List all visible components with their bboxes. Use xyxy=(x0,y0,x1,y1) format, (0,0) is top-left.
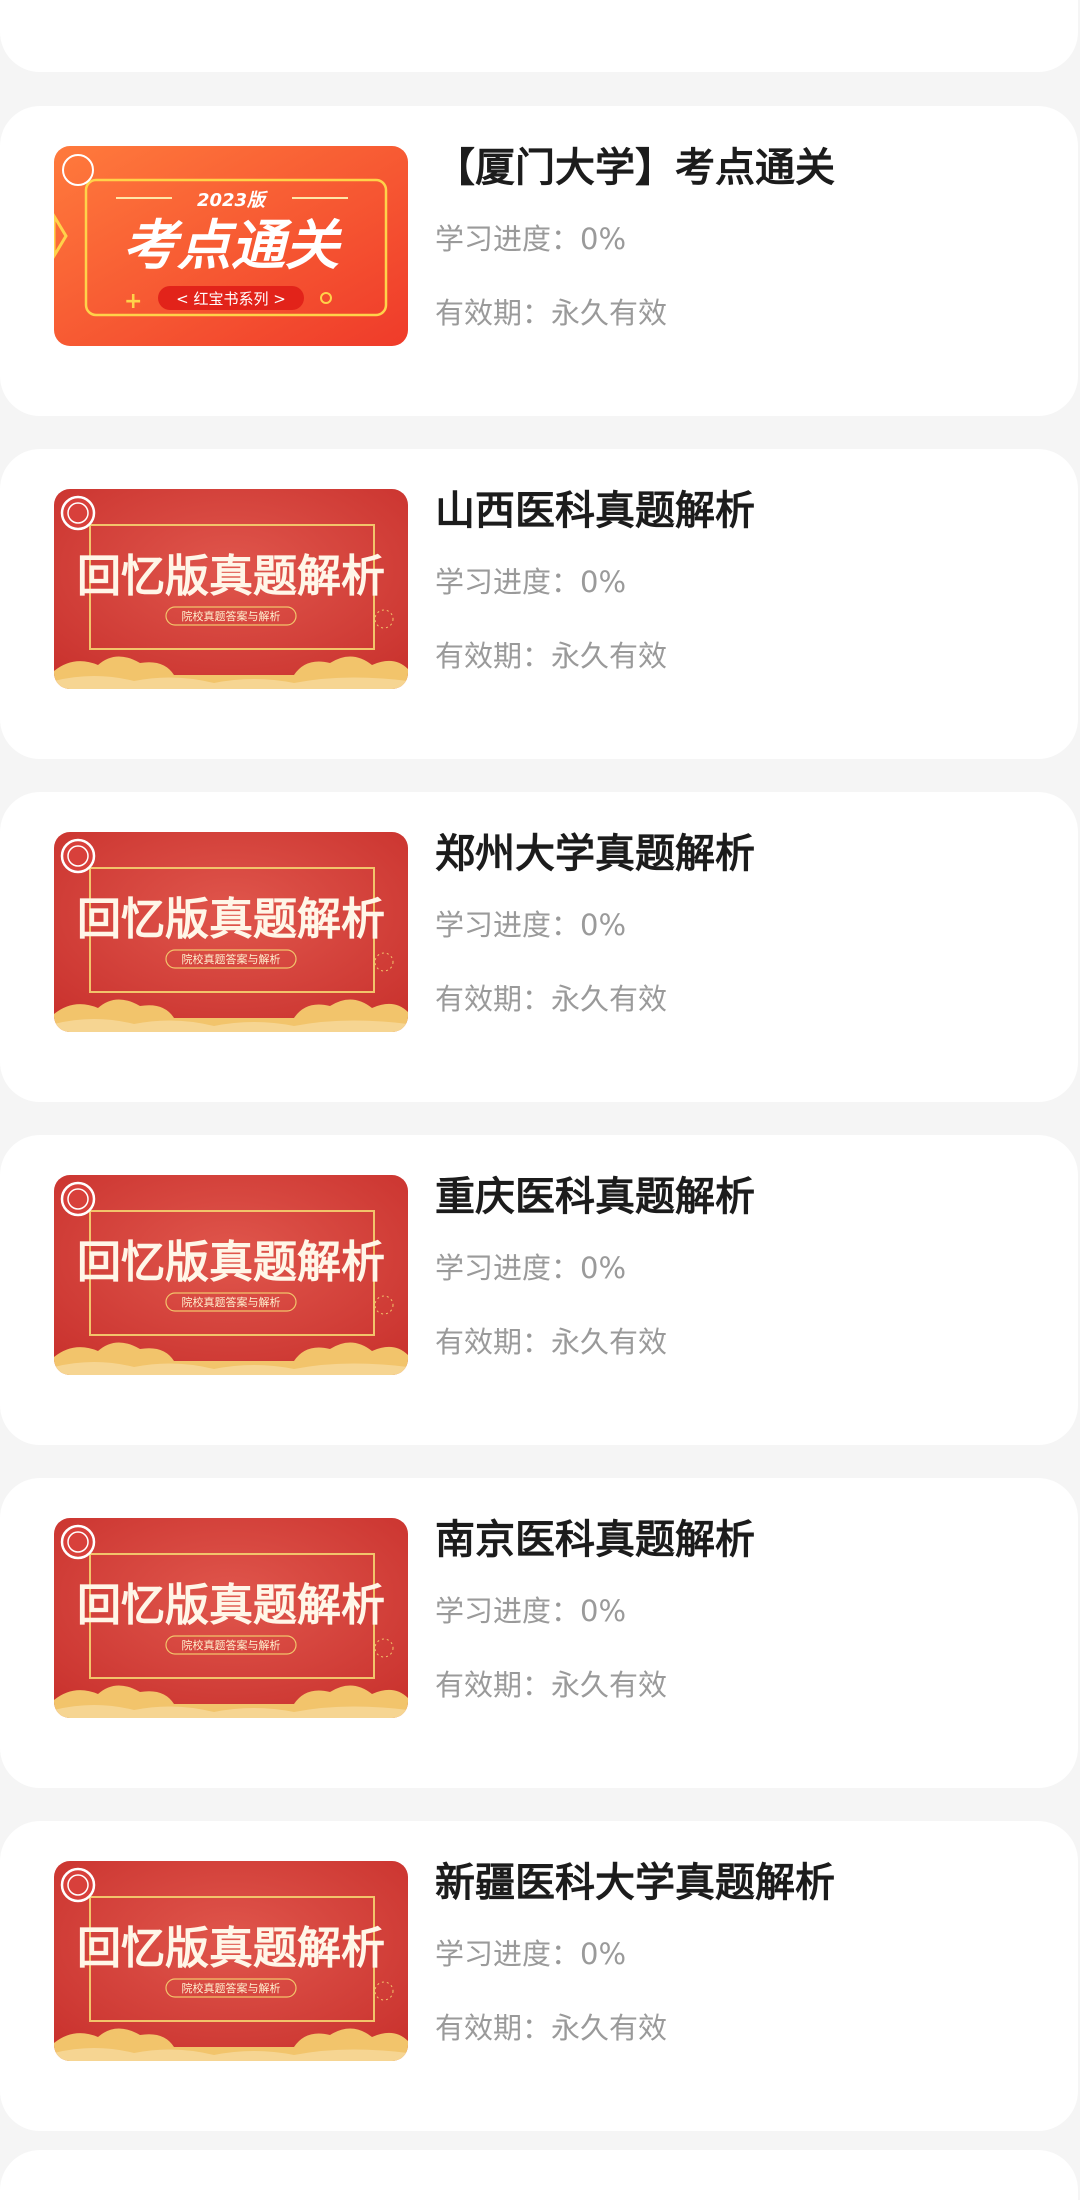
validity-label: 有效期： xyxy=(435,296,552,330)
study-progress: 学习进度：0% xyxy=(435,905,1058,945)
validity-label: 有效期： xyxy=(435,1668,552,1702)
next-course-card[interactable] xyxy=(0,2150,1078,2200)
course-thumbnail-art: 回忆版真题解析院校真题答案与解析 xyxy=(54,832,408,1032)
course-list-page: +2023版 考点通关 < 红宝书系列 > 【厦门大学】考点通关 学习进度：0% 有效期：… xyxy=(0,0,1080,2200)
thumbnail-sub-text: 院校真题答案与解析 xyxy=(182,609,281,623)
validity-value: 永久有效 xyxy=(551,982,668,1016)
course-title[interactable]: 南京医科真题解析 xyxy=(435,1512,1058,1568)
validity-period: 有效期：永久有效 xyxy=(435,293,1058,333)
course-title[interactable]: 新疆医科大学真题解析 xyxy=(435,1855,1058,1911)
validity-label: 有效期： xyxy=(435,1325,552,1359)
study-progress-label: 学习进度： xyxy=(435,908,581,942)
course-title[interactable]: 山西医科真题解析 xyxy=(435,483,1058,539)
course-title[interactable]: 郑州大学真题解析 xyxy=(435,826,1058,882)
course-thumbnail[interactable]: 回忆版真题解析院校真题答案与解析 xyxy=(54,1175,408,1375)
course-thumbnail-art: 回忆版真题解析院校真题答案与解析 xyxy=(54,489,408,689)
validity-value: 永久有效 xyxy=(551,639,668,673)
validity-period: 有效期：永久有效 xyxy=(435,1322,1058,1362)
course-info: 南京医科真题解析学习进度：0% 有效期：永久有效 xyxy=(435,1512,1058,1705)
thumbnail-year-label: 2023版 xyxy=(197,190,269,211)
thumbnail-main-text: 回忆版真题解析 xyxy=(77,1923,385,1974)
course-card[interactable]: +2023版考点通关 < 红宝书系列 > 【厦门大学】考点通关学习进度：0% 有效期：… xyxy=(0,106,1078,416)
study-progress: 学习进度：0% xyxy=(435,1591,1058,1631)
study-progress-label: 学习进度： xyxy=(435,1251,581,1285)
course-thumbnail-art: 回忆版真题解析院校真题答案与解析 xyxy=(54,1861,408,2061)
study-progress-value: 0% xyxy=(580,565,627,599)
thumbnail-sub-text: 院校真题答案与解析 xyxy=(182,952,281,966)
course-thumbnail-art: 回忆版真题解析院校真题答案与解析 xyxy=(54,1175,408,1375)
course-title[interactable]: 重庆医科真题解析 xyxy=(435,1169,1058,1225)
course-card[interactable]: 回忆版真题解析 院校真题答案与解析 新疆医科大学真题解析 学习进度：0% 有效期：永久有… xyxy=(0,1821,1078,2131)
study-progress-label: 学习进度： xyxy=(435,222,581,256)
validity-label: 有效期： xyxy=(435,982,552,1016)
thumbnail-main-text: 回忆版真题解析 xyxy=(77,894,385,945)
validity-period: 有效期：永久有效 xyxy=(435,1665,1058,1705)
study-progress-label: 学习进度： xyxy=(435,1937,581,1971)
course-thumbnail[interactable]: 回忆版真题解析院校真题答案与解析 xyxy=(54,489,408,689)
course-info: 新疆医科大学真题解析学习进度：0% 有效期：永久有效 xyxy=(435,1855,1058,2048)
thumbnail-sub-text: < 红宝书系列 > xyxy=(176,290,286,308)
thumbnail-main-text: 回忆版真题解析 xyxy=(77,1237,385,1288)
study-progress-value: 0% xyxy=(580,222,627,256)
validity-value: 永久有效 xyxy=(551,296,668,330)
validity-period: 有效期：永久有效 xyxy=(435,2008,1058,2048)
course-info: 郑州大学真题解析学习进度：0% 有效期：永久有效 xyxy=(435,826,1058,1019)
course-thumbnail-art: +2023版考点通关 < 红宝书系列 > xyxy=(54,146,408,346)
study-progress-value: 0% xyxy=(580,1937,627,1971)
course-card[interactable]: 回忆版真题解析 院校真题答案与解析 郑州大学真题解析 学习进度：0% 有效期：永久有效 xyxy=(0,792,1078,1102)
thumbnail-sub-text: 院校真题答案与解析 xyxy=(182,1638,281,1652)
previous-course-card[interactable] xyxy=(0,0,1078,72)
course-thumbnail[interactable]: +2023版考点通关 < 红宝书系列 > xyxy=(54,146,408,346)
study-progress-value: 0% xyxy=(580,1594,627,1628)
study-progress-label: 学习进度： xyxy=(435,1594,581,1628)
study-progress-label: 学习进度： xyxy=(435,565,581,599)
thumbnail-main-text: 回忆版真题解析 xyxy=(77,1580,385,1631)
course-thumbnail[interactable]: 回忆版真题解析院校真题答案与解析 xyxy=(54,1518,408,1718)
course-info: 【厦门大学】考点通关学习进度：0% 有效期：永久有效 xyxy=(435,140,1058,333)
validity-value: 永久有效 xyxy=(551,2011,668,2045)
validity-period: 有效期：永久有效 xyxy=(435,979,1058,1019)
course-card[interactable]: 回忆版真题解析 院校真题答案与解析 山西医科真题解析 学习进度：0% 有效期：永久有效 xyxy=(0,449,1078,759)
thumbnail-main-text: 回忆版真题解析 xyxy=(77,551,385,602)
thumbnail-sub-text: 院校真题答案与解析 xyxy=(182,1295,281,1309)
validity-label: 有效期： xyxy=(435,639,552,673)
validity-value: 永久有效 xyxy=(551,1325,668,1359)
course-info: 重庆医科真题解析学习进度：0% 有效期：永久有效 xyxy=(435,1169,1058,1362)
study-progress: 学习进度：0% xyxy=(435,1248,1058,1288)
course-thumbnail[interactable]: 回忆版真题解析院校真题答案与解析 xyxy=(54,1861,408,2061)
study-progress: 学习进度：0% xyxy=(435,562,1058,602)
study-progress: 学习进度：0% xyxy=(435,1934,1058,1974)
validity-value: 永久有效 xyxy=(551,1668,668,1702)
thumbnail-main-text: 考点通关 xyxy=(123,214,343,277)
study-progress: 学习进度：0% xyxy=(435,219,1058,259)
course-title[interactable]: 【厦门大学】考点通关 xyxy=(435,140,1058,196)
course-thumbnail-art: 回忆版真题解析院校真题答案与解析 xyxy=(54,1518,408,1718)
thumbnail-sub-text: 院校真题答案与解析 xyxy=(182,1981,281,1995)
study-progress-value: 0% xyxy=(580,908,627,942)
course-thumbnail[interactable]: 回忆版真题解析院校真题答案与解析 xyxy=(54,832,408,1032)
svg-text:+: + xyxy=(124,289,142,314)
validity-period: 有效期：永久有效 xyxy=(435,636,1058,676)
course-card[interactable]: 回忆版真题解析 院校真题答案与解析 重庆医科真题解析 学习进度：0% 有效期：永久有效 xyxy=(0,1135,1078,1445)
validity-label: 有效期： xyxy=(435,2011,552,2045)
course-card[interactable]: 回忆版真题解析 院校真题答案与解析 南京医科真题解析 学习进度：0% 有效期：永久有效 xyxy=(0,1478,1078,1788)
study-progress-value: 0% xyxy=(580,1251,627,1285)
course-info: 山西医科真题解析学习进度：0% 有效期：永久有效 xyxy=(435,483,1058,676)
